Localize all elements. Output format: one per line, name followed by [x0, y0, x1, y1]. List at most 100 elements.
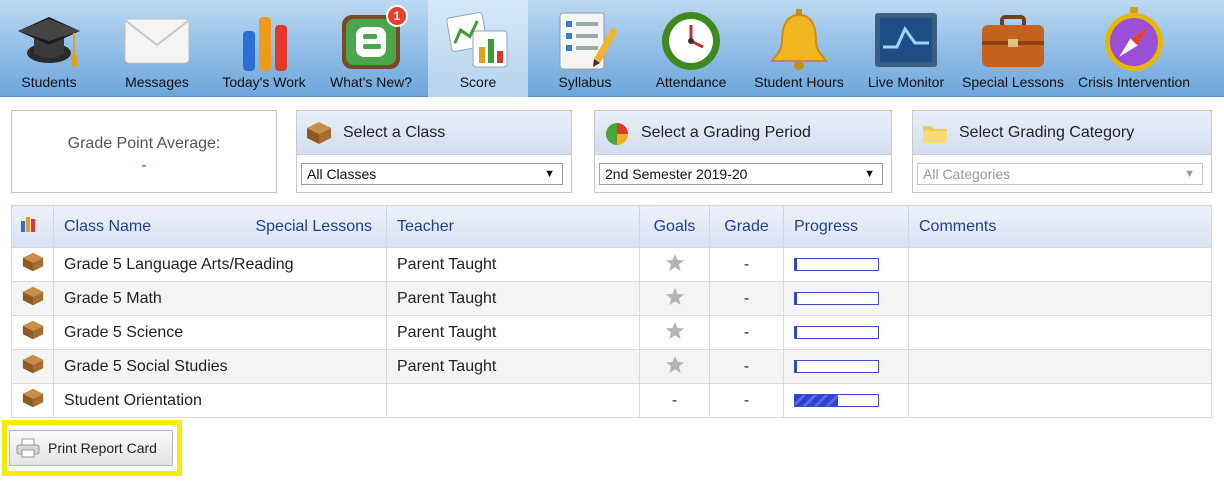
class-name[interactable]: Grade 5 Language Arts/Reading [64, 256, 294, 273]
goal-star-icon[interactable] [665, 287, 685, 306]
header-grade[interactable]: Grade [709, 205, 784, 248]
pie-chart-icon [606, 122, 628, 145]
goal-cell[interactable] [639, 315, 710, 350]
grade-value: - [743, 391, 750, 409]
gpa-label: Grade Point Average: [67, 135, 221, 152]
progress-bar-fill [795, 361, 797, 372]
class-name-cell[interactable]: Grade 5 Language Arts/Reading [53, 247, 387, 282]
class-box-cell [11, 349, 54, 384]
class-box-cell [11, 383, 54, 418]
nav-special-lessons[interactable]: Special Lessons [962, 0, 1064, 97]
class-box-icon [22, 320, 44, 340]
nav-label: Messages [125, 74, 189, 90]
table-row[interactable]: Grade 5 Science Parent Taught - [11, 315, 1212, 350]
class-box-icon [22, 388, 44, 408]
briefcase-icon [978, 7, 1048, 73]
header-teacher[interactable]: Teacher [386, 205, 640, 248]
teacher-name: Parent Taught [397, 289, 497, 307]
clock-icon [656, 7, 726, 73]
class-name[interactable]: Student Orientation [64, 392, 202, 409]
nav-label: Live Monitor [867, 74, 945, 90]
class-name-cell[interactable]: Grade 5 Science [53, 315, 387, 350]
period-panel: Select a Grading Period 2nd Semester 201… [594, 110, 892, 193]
progress-bar [794, 360, 879, 373]
goal-star-icon[interactable] [665, 321, 685, 340]
goal-value: - [671, 391, 678, 409]
header-chart-icon [11, 205, 54, 248]
goal-cell[interactable]: - [639, 383, 710, 418]
monitor-icon [871, 7, 941, 73]
nav-student-hours[interactable]: Student Hours [748, 0, 850, 97]
progress-cell [783, 383, 909, 418]
grade-cell: - [709, 281, 784, 316]
period-select[interactable]: 2nd Semester 2019-20 ▼ [599, 163, 883, 185]
class-box-cell [11, 281, 54, 316]
grade-value: - [743, 255, 750, 273]
progress-cell [783, 349, 909, 384]
class-panel-title: Select a Class [343, 123, 446, 141]
nav-students[interactable]: Students [0, 0, 98, 97]
grades-table: Class Name Special Lessons Teacher Goals… [11, 205, 1212, 418]
grade-cell: - [709, 247, 784, 282]
header-progress[interactable]: Progress [783, 205, 909, 248]
score-charts-icon [443, 7, 513, 73]
class-panel: Select a Class All Classes ▼ [296, 110, 572, 193]
header-goals[interactable]: Goals [639, 205, 710, 248]
class-name[interactable]: Grade 5 Social Studies [64, 358, 228, 375]
header-class-name[interactable]: Class Name Special Lessons [53, 205, 387, 248]
nav-todays-work[interactable]: Today's Work [214, 0, 314, 97]
bar-chart-icon [229, 7, 299, 73]
blogger-icon: 1 [336, 5, 408, 73]
goal-cell[interactable] [639, 281, 710, 316]
goal-cell[interactable] [639, 247, 710, 282]
compass-icon [1099, 7, 1169, 73]
class-name[interactable]: Grade 5 Math [64, 290, 162, 307]
printer-icon [16, 438, 40, 458]
nav-label: Special Lessons [962, 74, 1064, 90]
progress-cell [783, 281, 909, 316]
gpa-box: Grade Point Average: - [11, 110, 277, 193]
teacher-name: Parent Taught [397, 323, 497, 341]
class-name-cell[interactable]: Student Orientation [53, 383, 387, 418]
folder-icon [923, 125, 947, 143]
bell-icon [764, 7, 834, 73]
progress-bar [794, 394, 879, 407]
teacher-name: Parent Taught [397, 255, 497, 273]
progress-bar [794, 326, 879, 339]
nav-score[interactable]: Score [428, 0, 528, 97]
grade-cell: - [709, 349, 784, 384]
table-row[interactable]: Student Orientation - - [11, 383, 1212, 418]
nav-whats-new[interactable]: 1 What's New? [322, 0, 420, 97]
nav-crisis-intervention[interactable]: Crisis Intervention [1072, 0, 1196, 97]
goal-star-icon[interactable] [665, 253, 685, 272]
nav-messages[interactable]: Messages [108, 0, 206, 97]
table-row[interactable]: Grade 5 Social Studies Parent Taught - [11, 349, 1212, 384]
class-panel-header: Select a Class [297, 111, 571, 155]
goal-star-icon[interactable] [665, 355, 685, 374]
class-select[interactable]: All Classes ▼ [301, 163, 563, 185]
teacher-name: Parent Taught [397, 357, 497, 375]
class-name-cell[interactable]: Grade 5 Social Studies [53, 349, 387, 384]
teacher-cell: Parent Taught [386, 247, 640, 282]
goal-cell[interactable] [639, 349, 710, 384]
nav-attendance[interactable]: Attendance [642, 0, 740, 97]
grade-cell: - [709, 383, 784, 418]
nav-syllabus[interactable]: Syllabus [536, 0, 634, 97]
dropdown-arrow-icon: ▼ [1184, 168, 1195, 180]
nav-label: Today's Work [222, 74, 306, 90]
category-select[interactable]: All Categories ▼ [917, 163, 1203, 185]
class-name-cell[interactable]: Grade 5 Math [53, 281, 387, 316]
nav-live-monitor[interactable]: Live Monitor [858, 0, 954, 97]
table-row[interactable]: Grade 5 Math Parent Taught - [11, 281, 1212, 316]
print-report-card-button[interactable]: Print Report Card [9, 430, 173, 466]
comment-cell [908, 349, 1212, 384]
table-row[interactable]: Grade 5 Language Arts/Reading Parent Taug… [11, 247, 1212, 282]
top-navigation: Students Messages Today's Work 1 What's … [0, 0, 1224, 97]
class-name[interactable]: Grade 5 Science [64, 324, 183, 341]
header-comments[interactable]: Comments [908, 205, 1212, 248]
class-box-icon [22, 286, 44, 306]
special-lessons-header[interactable]: Special Lessons [255, 218, 372, 236]
nav-label: Syllabus [558, 74, 612, 90]
class-name-header[interactable]: Class Name [64, 218, 151, 236]
class-box-icon [22, 252, 44, 272]
